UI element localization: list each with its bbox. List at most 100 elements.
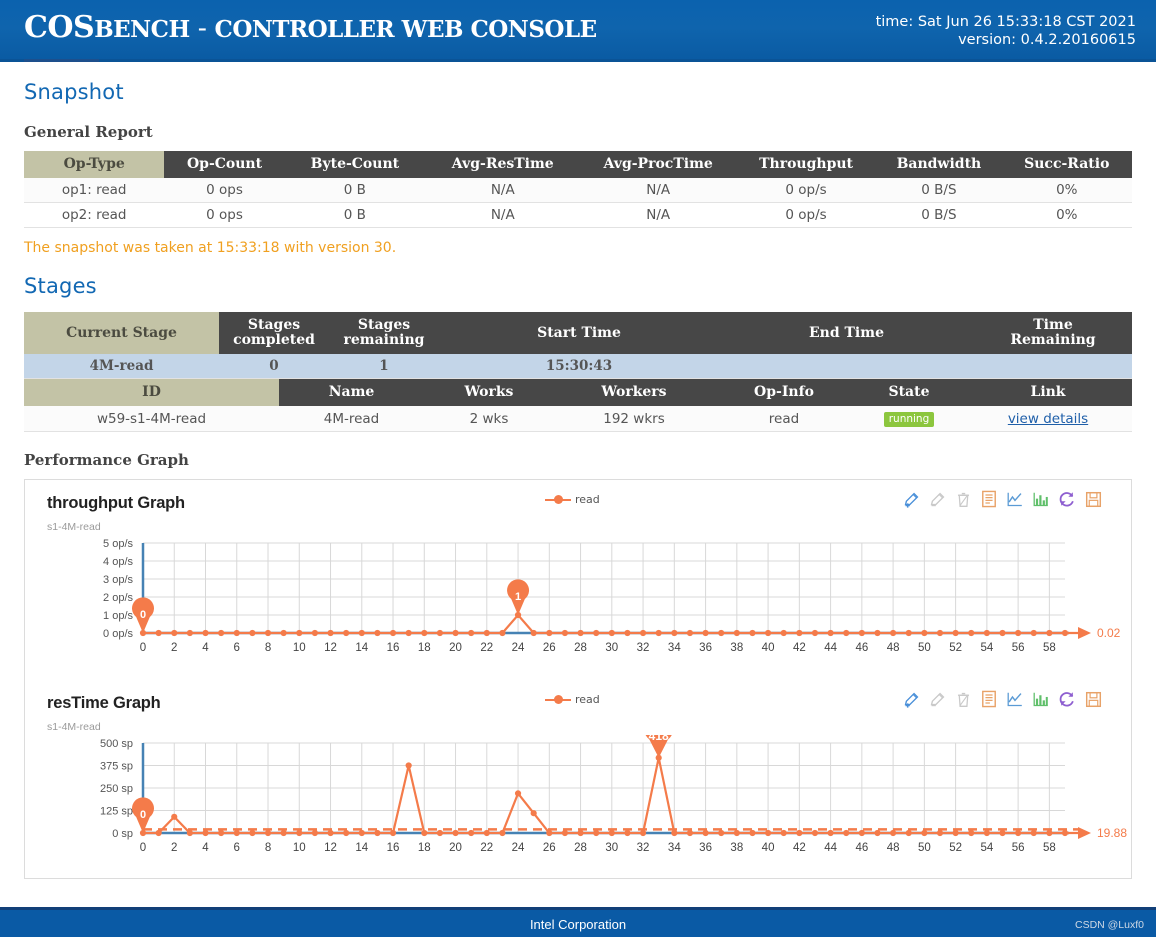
bar-chart-icon[interactable] bbox=[1031, 488, 1051, 510]
svg-text:16: 16 bbox=[387, 842, 400, 854]
col-time-remaining: Time Remaining bbox=[974, 312, 1132, 354]
restime-legend: read bbox=[545, 693, 600, 706]
svg-text:250 sp: 250 sp bbox=[100, 783, 133, 795]
col-id: ID bbox=[24, 379, 279, 406]
cell-stages-completed: 0 bbox=[219, 354, 329, 379]
line-chart-icon[interactable] bbox=[1005, 488, 1025, 510]
cell-succ-ratio: 0% bbox=[1001, 178, 1132, 203]
restime-graph-subtitle: s1-4M-read bbox=[47, 721, 101, 733]
svg-text:375 sp: 375 sp bbox=[100, 761, 133, 773]
footer-watermark: CSDN @Luxf0 bbox=[1074, 919, 1144, 931]
throughput-graph-subtitle: s1-4M-read bbox=[47, 521, 101, 533]
col-stages-completed-l1: Stages bbox=[247, 317, 301, 333]
header-meta: time: Sat Jun 26 15:33:18 CST 2021 versi… bbox=[876, 13, 1136, 49]
svg-text:46: 46 bbox=[855, 642, 868, 654]
svg-text:12: 12 bbox=[324, 642, 337, 654]
cell-work-works: 2 wks bbox=[424, 406, 554, 432]
svg-text:32: 32 bbox=[637, 642, 650, 654]
svg-text:18: 18 bbox=[418, 842, 431, 854]
edit-remove-icon[interactable] bbox=[927, 488, 947, 510]
save-icon[interactable] bbox=[1083, 688, 1103, 710]
svg-text:12: 12 bbox=[324, 842, 337, 854]
col-end-time-l1: End Time bbox=[809, 324, 884, 341]
footer-text: Intel Corporation bbox=[529, 917, 627, 932]
brand-cos: COS bbox=[24, 10, 95, 45]
stages-table: Current Stage Stages completed Stages re… bbox=[24, 312, 1132, 379]
svg-text:125 sp: 125 sp bbox=[100, 806, 133, 818]
col-name: Name bbox=[279, 379, 424, 406]
refresh-icon[interactable] bbox=[1057, 688, 1077, 710]
svg-text:6: 6 bbox=[234, 842, 240, 854]
general-report-table: Op-Type Op-Count Byte-Count Avg-ResTime … bbox=[24, 151, 1132, 228]
throughput-plot[interactable]: 0 op/s1 op/s2 op/s3 op/s4 op/s5 op/s0 2 4 6… bbox=[25, 535, 1131, 675]
report-icon[interactable] bbox=[979, 688, 999, 710]
col-stages-remaining-l1: Stages bbox=[357, 317, 411, 333]
brand-subtitle: CONTROLLER WEB CONSOLE bbox=[214, 16, 598, 43]
svg-text:52: 52 bbox=[949, 642, 962, 654]
col-current-stage-l1: Current Stage bbox=[66, 324, 177, 341]
svg-text:30: 30 bbox=[605, 842, 618, 854]
throughput-graph-card: throughput Graph s1-4M-read read 0 op/s … bbox=[25, 480, 1131, 680]
svg-text:50: 50 bbox=[918, 842, 931, 854]
svg-text:56: 56 bbox=[1012, 642, 1025, 654]
svg-text:36: 36 bbox=[699, 642, 712, 654]
svg-text:14: 14 bbox=[355, 642, 368, 654]
table-row: op2: read 0 ops 0 B N/A N/A 0 op/s 0 B/S… bbox=[24, 202, 1132, 228]
svg-text:4: 4 bbox=[202, 842, 209, 854]
restime-plot[interactable]: 0 sp125 sp250 sp375 sp500 sp0 2 4 6 8 10 12 14 1… bbox=[25, 735, 1131, 875]
svg-text:16: 16 bbox=[387, 642, 400, 654]
snapshot-note: The snapshot was taken at 15:33:18 with … bbox=[24, 240, 397, 256]
svg-text:5 op/s: 5 op/s bbox=[103, 538, 133, 550]
svg-text:40: 40 bbox=[762, 842, 775, 854]
throughput-graph-title: throughput Graph bbox=[47, 494, 185, 512]
page-title: Snapshot bbox=[24, 80, 124, 104]
svg-text:10: 10 bbox=[293, 642, 306, 654]
cell-throughput: 0 op/s bbox=[735, 178, 877, 203]
cell-work-id: w59-s1-4M-read bbox=[24, 406, 279, 432]
report-icon[interactable] bbox=[979, 488, 999, 510]
cell-op-type: op2: read bbox=[24, 202, 165, 228]
edit-add-icon[interactable] bbox=[901, 688, 921, 710]
edit-add-icon[interactable] bbox=[901, 488, 921, 510]
svg-text:34: 34 bbox=[668, 642, 681, 654]
cell-time-remaining bbox=[974, 354, 1132, 379]
app-brand: COSBENCH - CONTROLLER WEB CONSOLE bbox=[24, 10, 597, 45]
save-icon[interactable] bbox=[1083, 488, 1103, 510]
view-details-link[interactable]: view details bbox=[1008, 411, 1088, 427]
edit-remove-icon[interactable] bbox=[927, 688, 947, 710]
refresh-icon[interactable] bbox=[1057, 488, 1077, 510]
col-op-count: Op-Count bbox=[164, 151, 285, 178]
legend-label-read: read bbox=[575, 493, 600, 506]
svg-text:500 sp: 500 sp bbox=[100, 738, 133, 750]
brand-dash: - bbox=[189, 13, 215, 44]
cell-end-time bbox=[719, 354, 974, 379]
cell-work-link: view details bbox=[964, 406, 1132, 432]
cell-op-type: op1: read bbox=[24, 178, 165, 203]
svg-text:38: 38 bbox=[730, 642, 743, 654]
cell-work-op-info: read bbox=[714, 406, 854, 432]
bar-chart-icon[interactable] bbox=[1031, 688, 1051, 710]
col-stages-completed-l2: completed bbox=[233, 332, 315, 348]
delete-icon[interactable] bbox=[953, 488, 973, 510]
line-chart-icon[interactable] bbox=[1005, 688, 1025, 710]
svg-text:48: 48 bbox=[887, 842, 900, 854]
col-stages-remaining: Stages remaining bbox=[329, 312, 439, 354]
delete-icon[interactable] bbox=[953, 688, 973, 710]
cell-bandwidth: 0 B/S bbox=[876, 178, 1002, 203]
col-stages-remaining-l2: remaining bbox=[343, 332, 425, 348]
cell-work-name: 4M-read bbox=[279, 406, 424, 432]
restime-graph-title: resTime Graph bbox=[47, 694, 161, 712]
col-time-remaining-l2: Remaining bbox=[1010, 332, 1096, 348]
svg-text:3 op/s: 3 op/s bbox=[103, 574, 133, 586]
svg-text:0.02: 0.02 bbox=[1097, 626, 1121, 640]
stages-title: Stages bbox=[24, 274, 97, 298]
nav-active-indicator bbox=[24, 59, 99, 62]
cell-bandwidth: 0 B/S bbox=[876, 202, 1002, 228]
svg-text:34: 34 bbox=[668, 842, 681, 854]
svg-text:42: 42 bbox=[793, 842, 806, 854]
svg-text:44: 44 bbox=[824, 842, 837, 854]
app-footer: Intel Corporation CSDN @Luxf0 bbox=[0, 907, 1156, 937]
col-works: Works bbox=[424, 379, 554, 406]
stage-works-table: ID Name Works Workers Op-Info State Link… bbox=[24, 379, 1132, 432]
col-start-time: Start Time bbox=[439, 312, 719, 354]
